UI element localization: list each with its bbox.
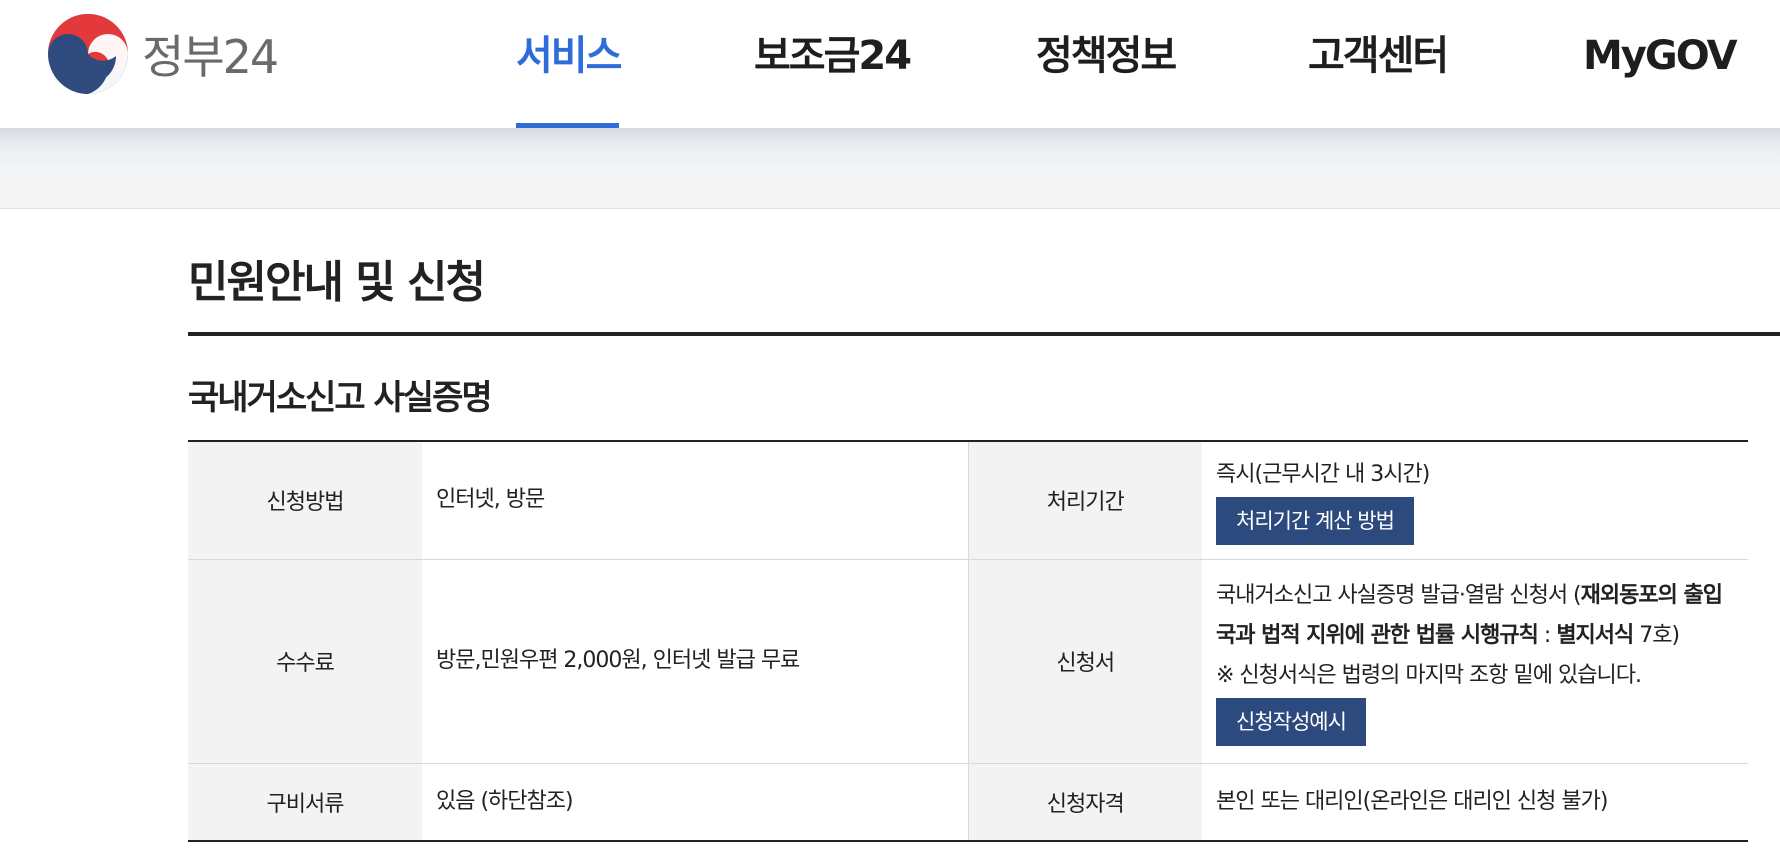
- form-location-note: ※ 신청서식은 법령의 마지막 조항 밑에 있습니다.: [1216, 663, 1642, 688]
- form-type-text: 별지서식: [1556, 623, 1634, 648]
- header-shadow-band: [0, 128, 1780, 209]
- label-processing-period: 처리기간: [968, 441, 1202, 560]
- title-divider: [188, 332, 1780, 336]
- site-header: 정부24 서비스 보조금24 정책정보 고객센터 MyGOV: [0, 0, 1780, 132]
- label-fee: 수수료: [188, 559, 422, 764]
- value-processing-period: 즉시(근무시간 내 3시간): [1216, 462, 1430, 488]
- label-eligibility: 신청자격: [968, 763, 1202, 841]
- nav-services[interactable]: 서비스: [516, 28, 622, 84]
- value-fee: 방문,민원우편 2,000원, 인터넷 발급 무료: [422, 559, 969, 764]
- civil-service-info-table: 신청방법 인터넷, 방문 처리기간 즉시(근무시간 내 3시간) 처리기간 계산…: [188, 440, 1748, 842]
- value-application-form: 국내거소신고 사실증명 발급·열람 신청서 (재외동포의 출입국과 법적 지위에…: [1216, 576, 1734, 656]
- form-name-text: 국내거소신고 사실증명 발급·열람 신청서 (: [1216, 583, 1582, 608]
- form-number-text: 7호): [1633, 623, 1680, 648]
- table-row: 구비서류 있음 (하단참조) 신청자격 본인 또는 대리인(온라인은 대리인 신…: [188, 763, 1748, 841]
- value-eligibility: 본인 또는 대리인(온라인은 대리인 신청 불가): [1216, 788, 1608, 814]
- nav-subsidy24[interactable]: 보조금24: [754, 28, 912, 84]
- table-row: 신청방법 인터넷, 방문 처리기간 즉시(근무시간 내 3시간) 처리기간 계산…: [188, 441, 1748, 560]
- page-title: 민원안내 및 신청: [188, 257, 486, 308]
- label-required-documents: 구비서류: [188, 763, 422, 841]
- value-application-method: 인터넷, 방문: [422, 441, 969, 560]
- table-row: 수수료 방문,민원우편 2,000원, 인터넷 발급 무료 신청서 국내거소신고…: [188, 559, 1748, 764]
- nav-mygov[interactable]: MyGOV: [1583, 28, 1738, 84]
- label-application-form: 신청서: [968, 559, 1202, 764]
- site-logo[interactable]: 정부24: [46, 12, 279, 96]
- government-emblem-icon: [48, 14, 128, 94]
- section-title: 국내거소신고 사실증명: [188, 378, 493, 418]
- brand-name: 정부24: [142, 30, 279, 84]
- nav-customer-center[interactable]: 고객센터: [1308, 28, 1449, 84]
- processing-period-cell: 즉시(근무시간 내 3시간) 처리기간 계산 방법: [1202, 441, 1748, 560]
- nav-policy-info[interactable]: 정책정보: [1036, 28, 1177, 84]
- application-form-cell: 국내거소신고 사실증명 발급·열람 신청서 (재외동포의 출입국과 법적 지위에…: [1202, 559, 1748, 764]
- application-example-button[interactable]: 신청작성예시: [1216, 698, 1366, 746]
- value-required-documents: 있음 (하단참조): [422, 763, 969, 841]
- processing-period-calc-button[interactable]: 처리기간 계산 방법: [1216, 497, 1414, 546]
- form-separator-text: :: [1537, 623, 1557, 648]
- label-application-method: 신청방법: [188, 441, 422, 560]
